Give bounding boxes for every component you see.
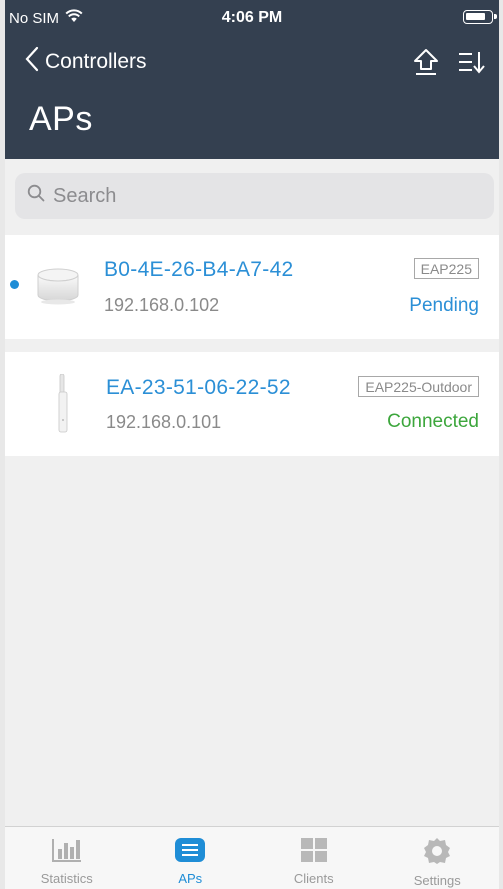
tab-statistics[interactable]: Statistics [5,827,129,889]
ap-ip: 192.168.0.102 [104,295,220,315]
ap-status: Connected [387,411,479,432]
search-icon [27,184,45,208]
back-label: Controllers [45,50,147,73]
battery-icon [463,10,497,24]
tab-clients[interactable]: Clients [252,827,376,889]
status-bar: No SIM 4:06 PM [5,0,499,36]
upgrade-icon[interactable] [413,48,439,76]
ceiling-ap-icon [36,266,80,306]
ap-mac: B0-4E-26-B4-A7-42 [104,258,294,281]
ap-model-badge: EAP225 [413,258,479,279]
unread-dot [10,280,19,289]
ap-status: Pending [409,295,479,316]
outdoor-ap-icon [57,373,69,436]
tab-label: Clients [293,871,334,886]
page-title: APs [29,100,93,138]
tab-label: Statistics [40,871,93,886]
back-button[interactable]: Controllers [25,46,147,78]
ap-list-item[interactable]: B0-4E-26-B4-A7-42 192.168.0.102 EAP225 P… [5,235,499,339]
sort-icon[interactable] [457,49,485,75]
ap-model-badge: EAP225-Outdoor [358,376,479,397]
search-placeholder: Search [53,184,117,207]
search-area: Search [5,159,499,234]
tab-settings[interactable]: Settings [376,827,500,889]
ap-list-item[interactable]: EA-23-51-06-22-52 192.168.0.101 EAP225-O… [5,352,499,456]
tab-aps[interactable]: APs [129,827,253,889]
nav-bar: Controllers [5,40,499,84]
tab-label: APs [178,871,203,886]
bar-chart-icon [51,837,83,866]
tab-bar: Statistics APs Clients Settings [5,826,499,889]
frame-right [499,0,503,889]
ap-mac: EA-23-51-06-22-52 [106,376,291,399]
tab-label: Settings [413,873,461,888]
clock: 4:06 PM [221,9,283,26]
chevron-left-icon [25,46,39,78]
list-icon [174,837,206,866]
gear-icon [422,837,452,868]
ap-ip: 192.168.0.101 [106,412,222,432]
search-input[interactable]: Search [15,173,494,219]
header: No SIM 4:06 PM Controllers APs [5,0,499,159]
grid-icon [300,837,328,866]
